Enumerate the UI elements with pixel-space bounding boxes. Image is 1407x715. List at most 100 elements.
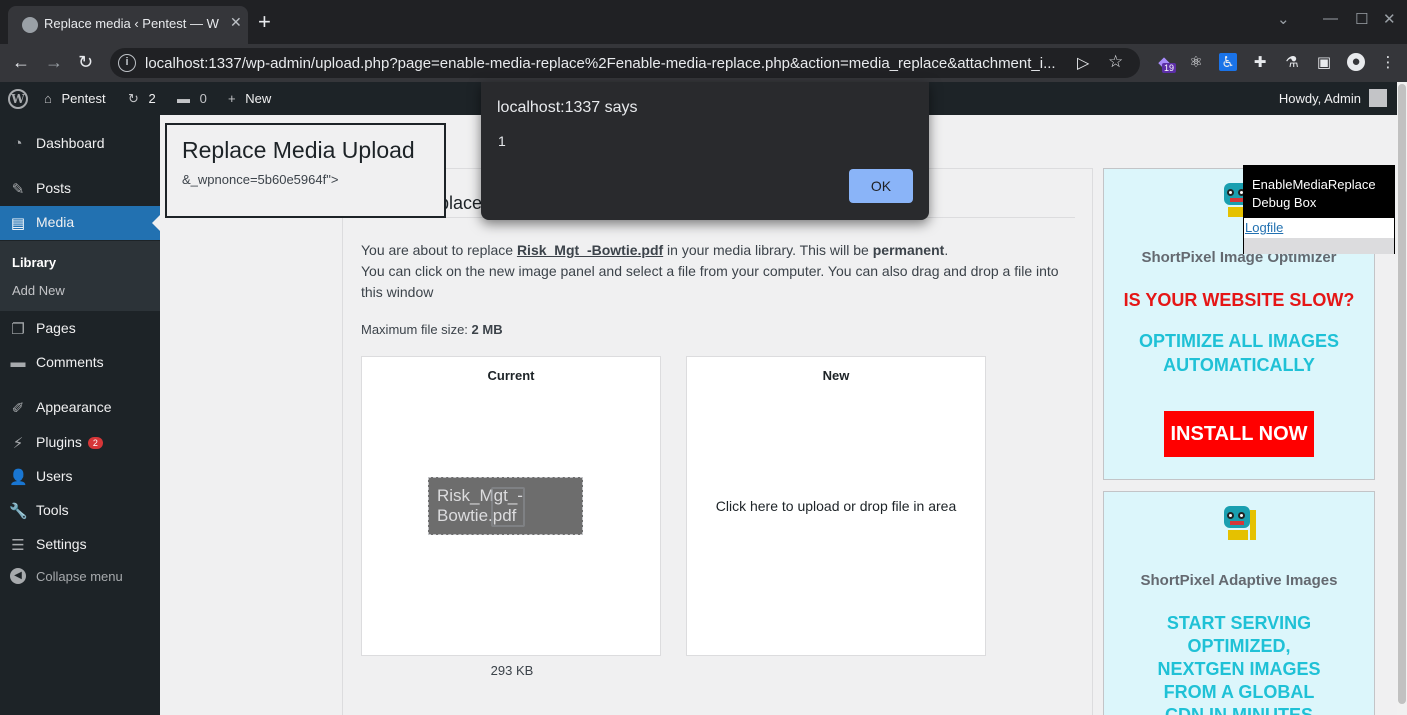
desc-middle: in your media library. This will be xyxy=(663,242,873,258)
new-image-panel[interactable]: New Click here to upload or drop file in… xyxy=(686,356,986,656)
wordpress-logo-icon[interactable]: W xyxy=(8,89,28,109)
send-icon[interactable]: ▷ xyxy=(1077,53,1089,73)
flask-icon[interactable]: ⚗ xyxy=(1283,53,1301,71)
star-icon[interactable]: ☆ xyxy=(1108,52,1123,72)
info-icon[interactable]: i xyxy=(118,54,136,72)
close-tab-icon[interactable]: ✕ xyxy=(230,14,242,31)
new-label: New xyxy=(245,91,272,106)
kebab-menu-icon[interactable]: ⋮ xyxy=(1379,53,1397,71)
current-label: Current xyxy=(487,368,535,383)
dialog-message: 1 xyxy=(498,133,506,149)
comment-icon: ▬ xyxy=(177,91,190,106)
sidebar-item-settings[interactable]: ☰ Settings xyxy=(0,528,160,562)
dialog-title: localhost:1337 says xyxy=(497,99,638,116)
avatar[interactable] xyxy=(1369,89,1387,107)
current-file-size: 293 KB xyxy=(490,663,534,678)
sidebar-item-dashboard[interactable]: ◔ Dashboard xyxy=(0,127,160,161)
reload-icon[interactable]: ↻ xyxy=(78,52,93,73)
globe-icon xyxy=(22,17,38,33)
profile-icon[interactable]: ● xyxy=(1347,53,1365,71)
accessibility-icon[interactable]: ♿ xyxy=(1219,53,1237,71)
close-window-icon[interactable]: ✕ xyxy=(1383,10,1396,28)
desc-prefix: You are about to replace xyxy=(361,242,517,258)
install-now-button[interactable]: INSTALL NOW xyxy=(1164,411,1314,457)
home-icon: ⌂ xyxy=(44,91,52,106)
sidebar-item-posts[interactable]: ✎ Posts xyxy=(0,172,160,206)
nonce-text: &_wpnonce=5b60e5964f"> xyxy=(182,172,339,187)
desc-line2: You can click on the new image panel and… xyxy=(361,263,1059,300)
plus-icon: + xyxy=(228,91,236,106)
new-label: New xyxy=(822,368,850,383)
pages-icon: ❐ xyxy=(11,321,25,338)
file-name-link[interactable]: Risk_Mgt_-Bowtie.pdf xyxy=(517,242,663,258)
debug-footer xyxy=(1244,238,1394,254)
sidebar-item-media[interactable]: ▤ Media xyxy=(0,206,160,240)
sidebar-item-appearance[interactable]: ✐ Appearance xyxy=(0,391,160,425)
ad1-headline: IS YOUR WEBSITE SLOW? xyxy=(1123,290,1355,310)
page-title-box: Replace Media Upload &_wpnonce=5b60e5964… xyxy=(165,123,446,218)
updates-link[interactable]: ↻ 2 xyxy=(128,91,156,107)
submenu-library[interactable]: Library xyxy=(12,255,56,270)
description: You are about to replace Risk_Mgt_-Bowti… xyxy=(361,240,1075,303)
ad2-sub: START SERVING OPTIMIZED, NEXTGEN IMAGES … xyxy=(1157,613,1321,715)
updates-count: 2 xyxy=(148,91,156,106)
sidebar-item-label: Settings xyxy=(36,536,87,552)
plugins-label: Plugins xyxy=(36,434,82,450)
comments-count: 0 xyxy=(199,91,207,106)
sidebar-item-label: Appearance xyxy=(36,399,112,415)
comments-link[interactable]: ▬ 0 xyxy=(177,91,207,106)
current-image-panel: Current Risk_Mgt_-Bowtie.pdf xyxy=(361,356,661,656)
sidebar-item-comments[interactable]: ▬ Comments xyxy=(0,346,160,380)
sidebar-item-label: Dashboard xyxy=(36,135,105,151)
dashboard-icon: ◔ xyxy=(13,135,23,152)
media-icon: ▤ xyxy=(10,215,26,232)
media-submenu: Library Add New xyxy=(0,241,160,311)
site-name-link[interactable]: ⌂ Pentest xyxy=(44,91,106,106)
address-bar[interactable]: i localhost:1337/wp-admin/upload.php?pag… xyxy=(110,48,1140,78)
sidebar-item-label: Comments xyxy=(36,354,104,370)
alert-dialog: localhost:1337 says 1 OK xyxy=(481,82,929,220)
debug-box: EnableMediaReplace Debug Box Logfile xyxy=(1243,165,1395,254)
plugin-icon: ⚡ xyxy=(12,435,24,452)
chevron-down-icon[interactable]: ⌄ xyxy=(1277,10,1290,28)
pin-icon: ✎ xyxy=(11,181,25,198)
upload-dropzone-text[interactable]: Click here to upload or drop file in are… xyxy=(687,498,985,514)
ok-button[interactable]: OK xyxy=(849,169,913,203)
user-icon: 👤 xyxy=(9,469,28,486)
new-content-link[interactable]: + New xyxy=(228,91,271,106)
submenu-add-new[interactable]: Add New xyxy=(12,283,65,298)
sidepanel-icon[interactable]: ▣ xyxy=(1315,53,1333,71)
sidebar-item-label: Media xyxy=(36,214,75,230)
sidebar-item-pages[interactable]: ❐ Pages xyxy=(0,312,160,346)
sidebar-item-label: Users xyxy=(36,468,73,484)
debug-link-row: Logfile xyxy=(1244,218,1394,238)
browser-tab[interactable]: Replace media ‹ Pentest — W ✕ xyxy=(8,6,248,44)
scrollbar-thumb[interactable] xyxy=(1398,84,1406,704)
url-text: localhost:1337/wp-admin/upload.php?page=… xyxy=(145,55,1056,72)
max-value: 2 MB xyxy=(471,322,503,337)
maximize-icon[interactable]: ☐ xyxy=(1355,10,1368,28)
sidebar-item-label: Plugins 2 xyxy=(36,434,103,450)
back-icon[interactable]: ← xyxy=(12,52,30,73)
ad2-name: ShortPixel Adaptive Images xyxy=(1140,572,1338,589)
forward-icon[interactable]: → xyxy=(45,52,63,73)
sidebar-item-users[interactable]: 👤 Users xyxy=(0,460,160,494)
react-icon[interactable]: ⚛ xyxy=(1187,53,1205,71)
page-title: Replace Media Upload xyxy=(182,137,415,163)
logfile-link[interactable]: Logfile xyxy=(1245,220,1283,235)
shortpixel-adaptive-ad[interactable]: ShortPixel Adaptive Images START SERVING… xyxy=(1103,491,1375,715)
collapse-label: Collapse menu xyxy=(36,569,123,584)
max-label: Maximum file size: xyxy=(361,322,472,337)
page-scrollbar[interactable] xyxy=(1397,82,1407,715)
new-tab-button[interactable]: + xyxy=(258,9,271,35)
sidebar-item-tools[interactable]: 🔧 Tools xyxy=(0,494,160,528)
sidebar-item-label: Posts xyxy=(36,180,72,196)
document-icon xyxy=(491,487,525,527)
site-name: Pentest xyxy=(61,91,106,106)
max-file-size: Maximum file size: 2 MB xyxy=(361,322,503,337)
puzzle-icon[interactable]: ✚ xyxy=(1251,53,1269,71)
minimize-icon[interactable]: — xyxy=(1323,10,1338,27)
howdy-text[interactable]: Howdy, Admin xyxy=(1279,91,1361,106)
sidebar-item-plugins[interactable]: ⚡ Plugins 2 xyxy=(0,426,160,460)
desc-end: . xyxy=(944,242,949,258)
